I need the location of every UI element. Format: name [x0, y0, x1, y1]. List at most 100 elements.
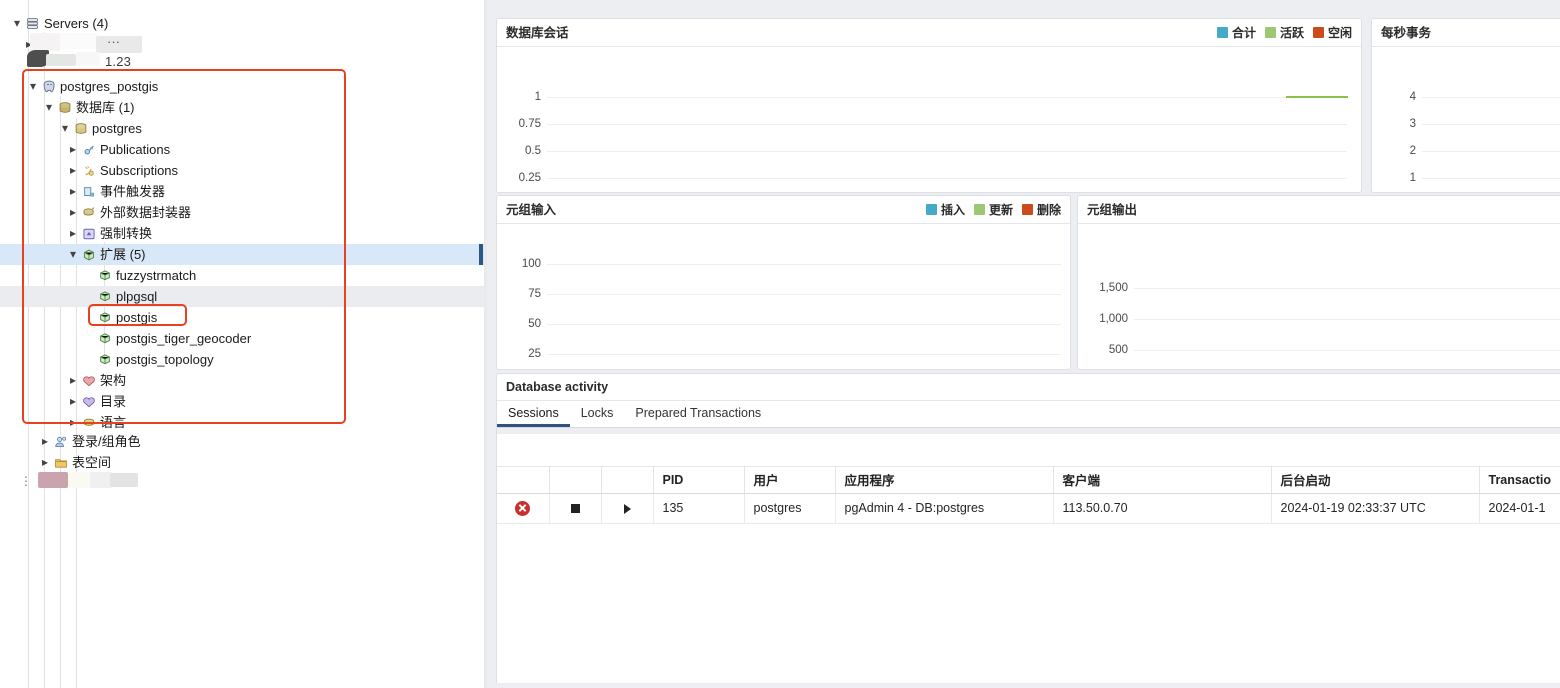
tree-item-schemas[interactable]: ▸ 架构 — [0, 370, 487, 391]
chart-panel-tps: 每秒事务 4 3 2 1 0 — [1371, 18, 1560, 193]
login-group-roles-icon — [52, 435, 69, 449]
chart-legend-tuples-in[interactable]: 插入 更新 删除 — [925, 196, 1061, 224]
col-client[interactable]: 客户端 — [1053, 467, 1272, 494]
chart-legend-sessions[interactable]: 合计 活跃 空闲 — [1216, 19, 1352, 47]
gridline — [1422, 151, 1560, 152]
sessions-grid[interactable]: PID 用户 应用程序 客户端 后台启动 Transactio 135 post… — [497, 467, 1560, 524]
tree-item-catalogs[interactable]: ▸ 目录 — [0, 391, 487, 412]
redacted-server-version: 1.23 — [105, 54, 132, 69]
tree-item-label: plpgsql — [116, 289, 158, 304]
chevron-down-icon[interactable]: ▾ — [26, 76, 40, 97]
chart-header-tuples-in: 元组输入 插入 更新 删除 — [497, 196, 1070, 224]
tree-item-extensions[interactable]: ▾ 扩展 (5) — [0, 244, 487, 265]
legend-item-active[interactable]: 活跃 — [1264, 19, 1304, 47]
tree-item-casts[interactable]: ▸ 强制转换 — [0, 223, 487, 244]
details-icon[interactable] — [623, 503, 631, 514]
cell-user: postgres — [744, 493, 836, 524]
chevron-right-icon[interactable]: ▸ — [66, 139, 80, 160]
tree-item-postgres-postgis[interactable]: ▾ postgres_postgis — [0, 76, 487, 97]
spacer: ▸ — [82, 286, 96, 307]
chevron-right-icon[interactable]: ▸ — [66, 160, 80, 181]
chevron-right-icon[interactable]: ▸ — [66, 202, 80, 223]
chevron-down-icon[interactable]: ▾ — [42, 97, 56, 118]
tree-item-extension-postgis[interactable]: ▸ postgis — [0, 307, 487, 328]
gridline — [1422, 178, 1560, 179]
chevron-down-icon[interactable]: ▾ — [66, 244, 80, 265]
cell-application: pgAdmin 4 - DB:postgres — [835, 493, 1054, 524]
stop-icon[interactable] — [570, 504, 580, 514]
tree-item-languages[interactable]: ▸ 语言 — [0, 412, 487, 433]
tree-item-subscriptions[interactable]: ▸ Subscriptions — [0, 160, 487, 181]
table-row[interactable]: 135 postgres pgAdmin 4 - DB:postgres 113… — [497, 493, 1560, 524]
terminate-icon[interactable] — [515, 500, 531, 516]
extension-icon — [96, 269, 113, 283]
col-pid[interactable]: PID — [653, 467, 745, 494]
terminate-session-button[interactable] — [497, 493, 550, 524]
languages-icon — [80, 416, 97, 430]
y-tick: 1,500 — [1099, 282, 1128, 294]
tree-item-extension-fuzzystrmatch[interactable]: ▸ fuzzystrmatch — [0, 265, 487, 286]
tree-item-foreign-data-wrappers[interactable]: ▸ 外部数据封装器 — [0, 202, 487, 223]
table-header-row: PID 用户 应用程序 客户端 后台启动 Transactio — [497, 467, 1560, 494]
spacer: ▸ — [82, 328, 96, 349]
extension-icon — [96, 353, 113, 367]
col-backend-start[interactable]: 后台启动 — [1271, 467, 1480, 494]
legend-item-insert[interactable]: 插入 — [925, 196, 965, 224]
tab-locks[interactable]: Locks — [570, 401, 625, 427]
cancel-query-button[interactable] — [549, 493, 602, 524]
col-terminate[interactable] — [497, 467, 550, 494]
chevron-right-icon[interactable]: ▸ — [66, 223, 80, 244]
tree-item-label: Subscriptions — [100, 163, 179, 178]
gridline — [1134, 288, 1560, 289]
y-tick: 0.5 — [525, 145, 541, 157]
col-transaction-start[interactable]: Transactio — [1479, 467, 1560, 494]
tree-item-label: 登录/组角色 — [72, 434, 141, 449]
tree-item-databases[interactable]: ▾ 数据库 (1) — [0, 97, 487, 118]
chevron-down-icon[interactable]: ▾ — [58, 118, 72, 139]
legend-item-total[interactable]: 合计 — [1216, 19, 1256, 47]
tree-item-servers[interactable]: ▾ Servers (4) — [0, 13, 487, 34]
col-user[interactable]: 用户 — [744, 467, 836, 494]
legend-item-delete[interactable]: 删除 — [1021, 196, 1061, 224]
gridline — [547, 264, 1061, 265]
redacted-text — [90, 472, 112, 488]
chevron-right-icon[interactable]: ▸ — [66, 412, 80, 433]
chevron-right-icon[interactable]: ▸ — [66, 181, 80, 202]
activity-tabs[interactable]: Sessions Locks Prepared Transactions — [497, 401, 1560, 428]
event-triggers-icon — [80, 185, 97, 199]
chevron-right-icon[interactable]: ▸ — [38, 431, 52, 452]
col-application[interactable]: 应用程序 — [835, 467, 1054, 494]
view-details-button[interactable] — [601, 493, 654, 524]
chevron-right-icon[interactable]: ▸ — [66, 391, 80, 412]
subscriptions-icon — [80, 164, 97, 178]
extension-icon — [96, 332, 113, 346]
tree-item-tablespaces[interactable]: ▸ 表空间 — [0, 452, 487, 473]
col-details[interactable] — [601, 467, 654, 494]
col-cancel[interactable] — [549, 467, 602, 494]
tree-item-extension-plpgsql[interactable]: ▸ plpgsql — [0, 286, 487, 307]
y-tick: 25 — [528, 348, 541, 360]
chevron-right-icon[interactable]: ▸ — [66, 370, 80, 391]
legend-item-idle[interactable]: 空闲 — [1312, 19, 1352, 47]
legend-label-idle: 空闲 — [1327, 25, 1352, 40]
object-browser-tree[interactable]: ▾ Servers (4) ▸ 1.23 ··· ▾ postgres_post… — [0, 0, 487, 688]
y-tick: 1,000 — [1099, 313, 1128, 325]
legend-item-update[interactable]: 更新 — [973, 196, 1013, 224]
tab-prepared-transactions[interactable]: Prepared Transactions — [624, 401, 772, 427]
chevron-right-icon[interactable]: ▸ — [38, 452, 52, 473]
tree-item-publications[interactable]: ▸ Publications — [0, 139, 487, 160]
tree-item-event-triggers[interactable]: ▸ 事件触发器 — [0, 181, 487, 202]
series-line-active — [1286, 96, 1348, 98]
tree-item-label: 扩展 (5) — [100, 247, 146, 262]
tree-item-extension-postgis-topology[interactable]: ▸ postgis_topology — [0, 349, 487, 370]
chevron-down-icon[interactable]: ▾ — [10, 13, 24, 34]
chart-plot-sessions: 1 0.75 0.5 0.25 0 — [497, 47, 1361, 192]
tree-item-extension-postgis-tiger-geocoder[interactable]: ▸ postgis_tiger_geocoder — [0, 328, 487, 349]
grid-toolbar[interactable] — [497, 434, 1560, 467]
sessions-table[interactable]: PID 用户 应用程序 客户端 后台启动 Transactio 135 post… — [497, 467, 1560, 524]
legend-swatch-active — [1264, 27, 1276, 38]
postgresql-server-icon — [40, 80, 57, 94]
tree-item-database-postgres[interactable]: ▾ postgres — [0, 118, 487, 139]
tab-sessions[interactable]: Sessions — [497, 401, 570, 427]
tree-item-login-group-roles[interactable]: ▸ 登录/组角色 — [0, 431, 487, 452]
